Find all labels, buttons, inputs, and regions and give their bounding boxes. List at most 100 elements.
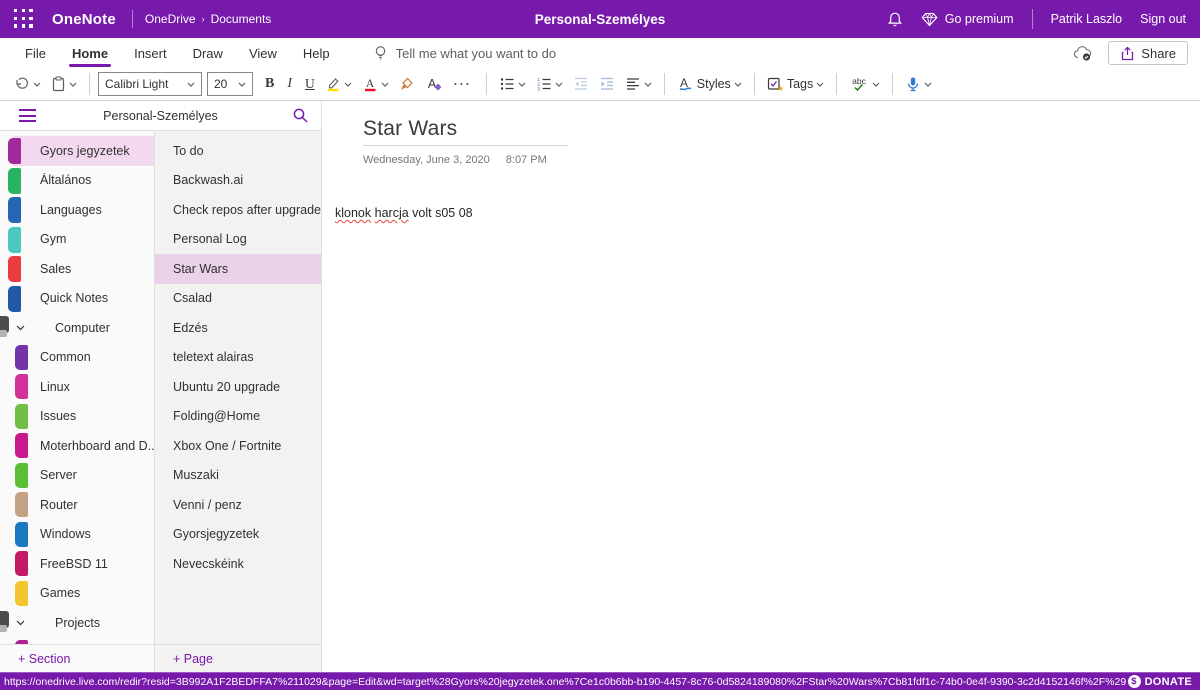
- sidebar-item-computer[interactable]: Computer: [0, 313, 154, 343]
- sidebar-item-linux[interactable]: Linux: [0, 372, 154, 402]
- page-title[interactable]: Star Wars: [363, 117, 1200, 141]
- bold-button[interactable]: B: [261, 73, 278, 95]
- page-item-backwash-ai[interactable]: Backwash.ai: [155, 166, 321, 196]
- sidebar-item-freebsd-11[interactable]: FreeBSD 11: [0, 549, 154, 579]
- sidebar-item-languages[interactable]: Languages: [0, 195, 154, 225]
- chevron-down-icon: [734, 82, 742, 87]
- increase-indent-icon: [599, 76, 615, 92]
- clear-formatting-button[interactable]: A: [421, 73, 446, 95]
- breadcrumb[interactable]: OneDrive › Documents: [145, 12, 271, 26]
- notifications-bell-icon[interactable]: [887, 11, 903, 28]
- undo-button[interactable]: [10, 73, 45, 95]
- navigation-panel: Personal-Személyes Gyors jegyzetekÁltalá…: [0, 101, 322, 672]
- font-size-select[interactable]: 20: [207, 72, 253, 96]
- toolbar-divider: [836, 73, 837, 95]
- sidebar-item-server[interactable]: Server: [0, 461, 154, 491]
- ribbon-tab-draw[interactable]: Draw: [180, 38, 236, 68]
- numbered-list-icon: 123: [536, 76, 552, 92]
- align-left-icon: [625, 76, 641, 92]
- chevron-down-icon: [644, 82, 652, 87]
- sidebar-item-windows[interactable]: Windows: [0, 520, 154, 550]
- body-text: volt s05 08: [409, 206, 473, 220]
- numbered-list-button[interactable]: 123: [532, 73, 567, 95]
- note-body-text[interactable]: klonok harcja volt s05 08: [335, 206, 1200, 220]
- page-item-xbox-one-fortnite[interactable]: Xbox One / Fortnite: [155, 431, 321, 461]
- go-premium-button[interactable]: Go premium: [921, 12, 1014, 27]
- spell-check-button[interactable]: abc: [845, 73, 884, 95]
- tags-button[interactable]: ★ Tags: [763, 73, 828, 95]
- sidebar-item-common[interactable]: Common: [0, 343, 154, 373]
- bullet-list-button[interactable]: [495, 73, 530, 95]
- sidebar-item-issues[interactable]: Issues: [0, 402, 154, 432]
- sidebar-item-ltal-nos[interactable]: Általános: [0, 166, 154, 196]
- format-painter-button[interactable]: [395, 73, 419, 95]
- page-item-to-do[interactable]: To do: [155, 136, 321, 166]
- pages-pane: To doBackwash.aiCheck repos after upgrad…: [155, 131, 321, 672]
- page-item-personal-log[interactable]: Personal Log: [155, 225, 321, 255]
- clear-formatting-icon: A: [425, 76, 442, 92]
- highlight-color-button[interactable]: [321, 73, 356, 95]
- section-color-tab: [8, 197, 21, 223]
- add-page-button[interactable]: + Page: [155, 644, 321, 672]
- section-group-stack-icon: [0, 611, 9, 633]
- ribbon-tab-file[interactable]: File: [12, 38, 59, 68]
- underline-button[interactable]: U: [301, 73, 319, 95]
- hamburger-menu-icon[interactable]: [19, 109, 36, 122]
- page-item-gyorsjegyzetek[interactable]: Gyorsjegyzetek: [155, 520, 321, 550]
- font-name-select[interactable]: Calibri Light: [98, 72, 202, 96]
- more-formatting-button[interactable]: ···: [448, 74, 478, 94]
- sign-out-button[interactable]: Sign out: [1140, 12, 1186, 26]
- sidebar-item-gyors-jegyzetek[interactable]: Gyors jegyzetek: [0, 136, 154, 166]
- ribbon-tab-view[interactable]: View: [236, 38, 290, 68]
- sidebar-item-quick-notes[interactable]: Quick Notes: [0, 284, 154, 314]
- decrease-indent-button[interactable]: [569, 73, 593, 95]
- alignment-button[interactable]: [621, 73, 656, 95]
- search-icon[interactable]: [292, 107, 309, 124]
- sidebar-item-projects[interactable]: Projects: [0, 608, 154, 638]
- topbar-divider: [132, 10, 133, 28]
- increase-indent-button[interactable]: [595, 73, 619, 95]
- page-item-nevecsk-ink[interactable]: Nevecskéink: [155, 549, 321, 579]
- breadcrumb-current[interactable]: Documents: [211, 12, 272, 26]
- sidebar-item-section-partial[interactable]: [0, 638, 154, 645]
- ribbon-tab-insert[interactable]: Insert: [121, 38, 180, 68]
- status-url: https://onedrive.live.com/redir?resid=3B…: [4, 676, 1126, 688]
- sidebar-item-games[interactable]: Games: [0, 579, 154, 609]
- sidebar-item-router[interactable]: Router: [0, 490, 154, 520]
- sidebar-item-sales[interactable]: Sales: [0, 254, 154, 284]
- font-color-button[interactable]: A: [358, 73, 393, 95]
- breadcrumb-separator-icon: ›: [202, 14, 205, 24]
- chevron-down-icon: [872, 82, 880, 87]
- app-launcher-icon[interactable]: [14, 9, 34, 29]
- add-section-button[interactable]: + Section: [0, 644, 154, 672]
- tell-me-search[interactable]: Tell me what you want to do: [373, 45, 556, 61]
- highlighter-icon: [325, 76, 341, 92]
- sidebar-item-moterhboard-and-d[interactable]: Moterhboard and D...: [0, 431, 154, 461]
- page-item-venni-penz[interactable]: Venni / penz: [155, 490, 321, 520]
- sidebar-item-gym[interactable]: Gym: [0, 225, 154, 255]
- app-title[interactable]: OneNote: [52, 11, 116, 28]
- note-canvas[interactable]: Star Wars Wednesday, June 3, 2020 8:07 P…: [322, 101, 1200, 672]
- breadcrumb-root[interactable]: OneDrive: [145, 12, 196, 26]
- styles-button[interactable]: A Styles: [673, 73, 746, 95]
- paste-button[interactable]: [47, 73, 81, 95]
- svg-text:abc: abc: [852, 76, 866, 86]
- page-item-ubuntu-20-upgrade[interactable]: Ubuntu 20 upgrade: [155, 372, 321, 402]
- chevron-down-icon: [33, 82, 41, 87]
- section-group-stack-icon: [0, 316, 9, 338]
- page-item-folding-home[interactable]: Folding@Home: [155, 402, 321, 432]
- page-item-edz-s[interactable]: Edzés: [155, 313, 321, 343]
- italic-button[interactable]: I: [280, 73, 299, 95]
- donate-button[interactable]: $ DONATE: [1128, 675, 1196, 688]
- page-item-teletext-alairas[interactable]: teletext alairas: [155, 343, 321, 373]
- page-item-muszaki[interactable]: Muszaki: [155, 461, 321, 491]
- misspelled-word: harcja: [375, 206, 409, 220]
- user-account-button[interactable]: Patrik Laszlo: [1051, 12, 1123, 26]
- dictate-button[interactable]: [901, 73, 936, 95]
- page-item-check-repos-after-upgrade[interactable]: Check repos after upgrade: [155, 195, 321, 225]
- page-item-csalad[interactable]: Csalad: [155, 284, 321, 314]
- ribbon-tab-help[interactable]: Help: [290, 38, 343, 68]
- share-button[interactable]: Share: [1108, 41, 1188, 65]
- page-item-star-wars[interactable]: Star Wars: [155, 254, 321, 284]
- ribbon-tab-home[interactable]: Home: [59, 38, 121, 68]
